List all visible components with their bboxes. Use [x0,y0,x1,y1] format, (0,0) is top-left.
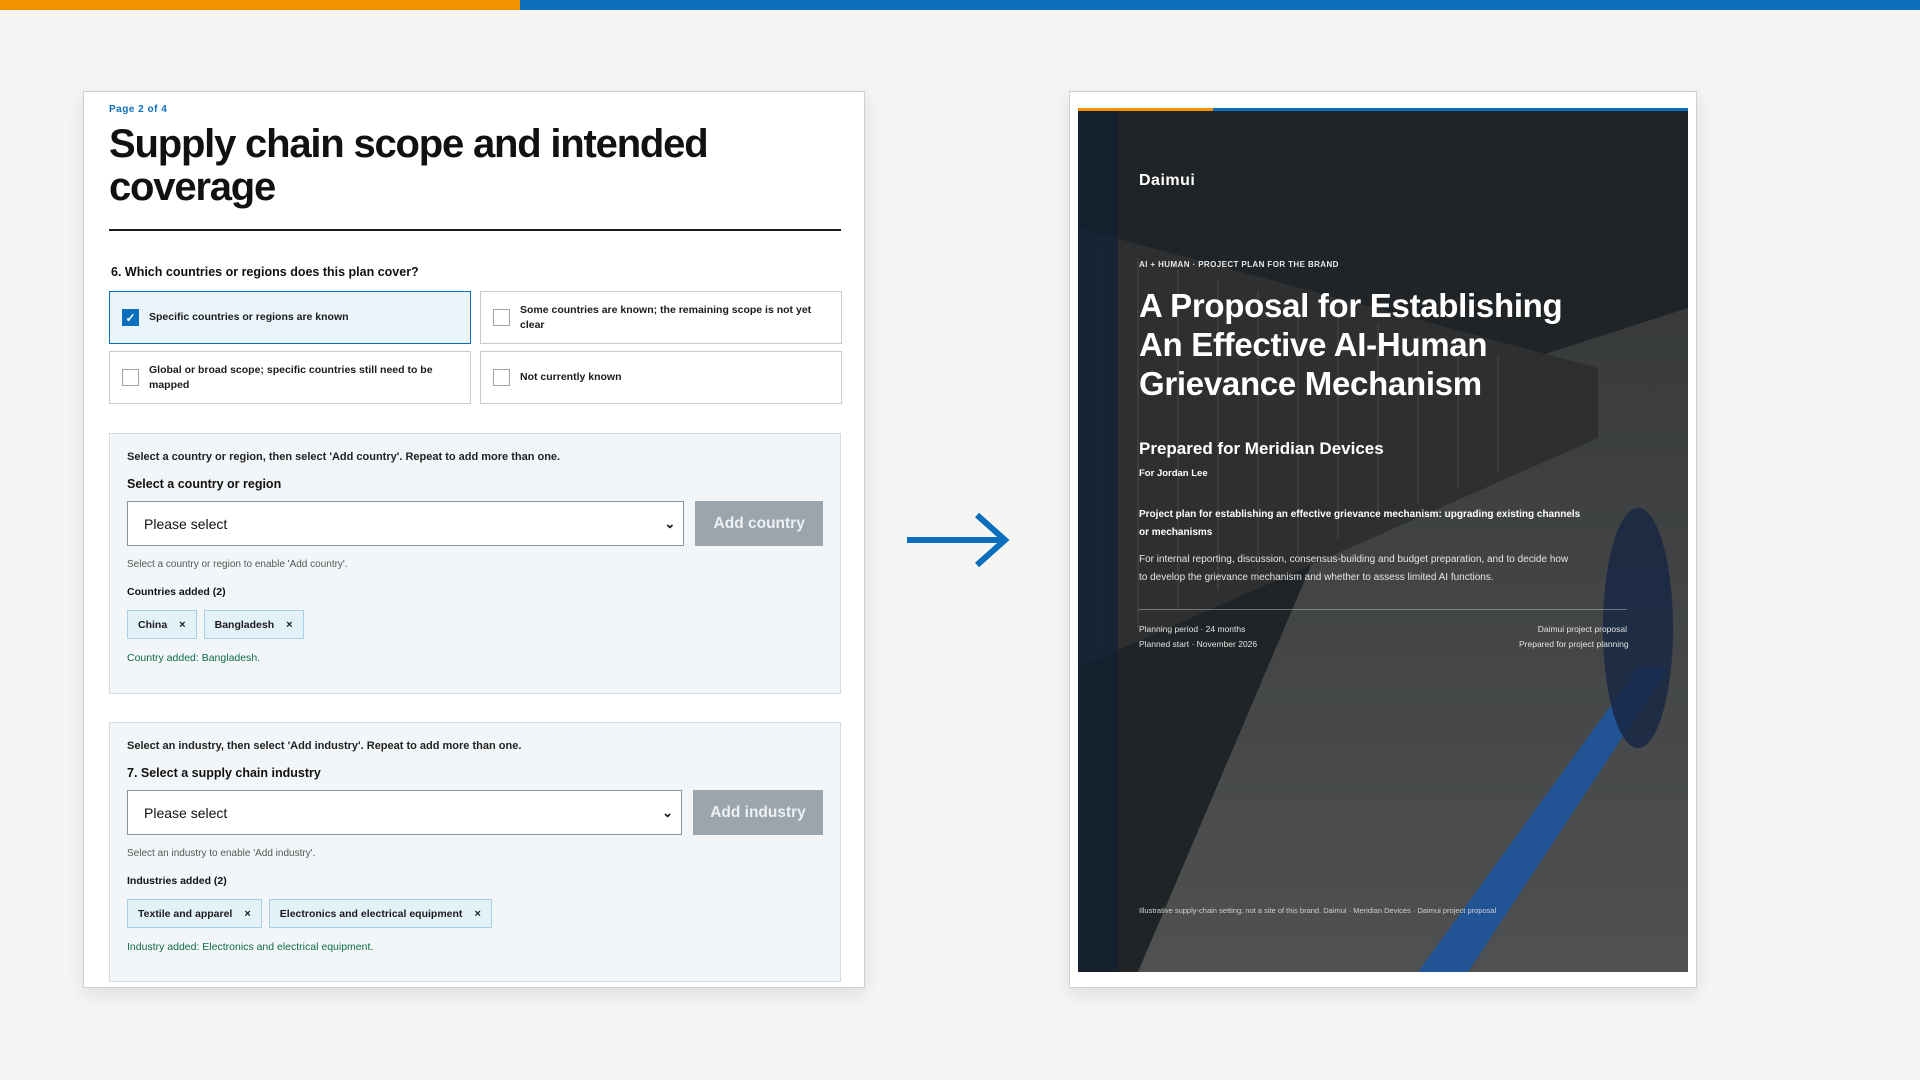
cover-title: A Proposal for Establishing An Effective… [1139,287,1563,402]
form-content: Page 2 of 4 Supply chain scope and inten… [109,104,842,982]
chevron-down-icon: ⌄ [662,804,673,820]
industry-select-row: Please select ⌄ Add industry [127,790,823,835]
scope-option-not-known[interactable]: Not currently known [480,351,842,404]
countries-added-label: Countries added (2) [127,586,226,598]
scope-option-specific-known[interactable]: ✓ Specific countries or regions are know… [109,291,471,344]
planning-period: Planning period · 24 months [1139,624,1246,634]
form-page-card: Page 2 of 4 Supply chain scope and inten… [83,91,865,988]
planned-start: Planned start · November 2026 [1139,639,1258,649]
country-tag-label: China [138,618,168,631]
country-select-label: Select a country or region [127,477,282,491]
country-tag: Bangladesh × [203,610,304,639]
plan-description: Project plan for establishing an effecti… [1139,509,1581,538]
country-panel: Select a country or region, then select … [109,433,841,694]
cover-page-card: Daimui AI + HUMAN · PROJECT PLAN FOR THE… [1069,91,1697,988]
cover-accent-orange [1078,108,1213,111]
scope-option-label: Some countries are known; the remaining … [520,303,812,331]
top-accent-blue [520,0,1920,10]
checkbox-empty-icon[interactable] [493,309,510,326]
for-person: For Jordan Lee [1139,468,1208,479]
scope-option-some-known[interactable]: Some countries are known; the remaining … [480,291,842,344]
remove-tag-icon[interactable]: × [474,908,480,920]
top-accent-orange [0,0,520,10]
add-country-button[interactable]: Add country [695,501,823,546]
industry-instruction: Select an industry, then select 'Add ind… [127,740,522,752]
prepared-for: Prepared for Meridian Devices [1139,439,1384,458]
cover-kicker: AI + HUMAN · PROJECT PLAN FOR THE BRAND [1139,260,1339,269]
industry-tag-list: Textile and apparel × Electronics and el… [127,899,823,928]
industries-added-label: Industries added (2) [127,875,227,887]
top-accent-bar [0,0,1920,10]
industry-select[interactable]: Please select ⌄ [127,790,682,835]
scope-option-label: Global or broad scope; specific countrie… [149,363,433,391]
industry-tag-label: Electronics and electrical equipment [279,907,463,920]
remove-tag-icon[interactable]: × [179,619,185,631]
country-tag-label: Bangladesh [214,618,275,631]
question-6-label: 6. Which countries or regions does this … [111,265,419,279]
remove-tag-icon[interactable]: × [286,619,292,631]
cover-accent-blue [1213,108,1688,111]
industry-panel: Select an industry, then select 'Add ind… [109,722,841,982]
page-title: Supply chain scope and intended coverage [109,122,709,209]
plan-body: For internal reporting, discussion, cons… [1139,554,1569,583]
chevron-down-icon: ⌄ [664,515,676,531]
industry-select-label: 7. Select a supply chain industry [127,766,321,780]
cover-image: Daimui AI + HUMAN · PROJECT PLAN FOR THE… [1078,108,1688,972]
remove-tag-icon[interactable]: × [244,908,250,920]
prepared-purpose: Prepared for project planning [1519,639,1629,649]
add-industry-button[interactable]: Add industry [693,790,823,835]
cover-accent-bar [1078,108,1688,111]
scope-option-label: Not currently known [520,371,622,383]
country-instruction: Select a country or region, then select … [127,451,561,463]
cover-divider [1139,609,1627,610]
country-tag: China × [127,610,197,639]
country-select-row: Please select ⌄ Add country [127,501,823,546]
proposal-label: Daimui project proposal [1537,624,1627,634]
scope-choice-grid: ✓ Specific countries or regions are know… [109,291,842,404]
title-divider [109,229,841,231]
industry-confirmation: Industry added: Electronics and electric… [127,941,374,953]
country-tag-list: China × Bangladesh × [127,610,823,639]
scope-option-global-broad[interactable]: Global or broad scope; specific countrie… [109,351,471,404]
industry-tag: Electronics and electrical equipment × [268,899,492,928]
page-indicator: Page 2 of 4 [109,104,168,115]
checkbox-empty-icon[interactable] [122,369,139,386]
meta-left: Planning period · 24 months Planned star… [1139,622,1257,652]
country-select[interactable]: Please select ⌄ [127,501,685,546]
brand-logo: Daimui [1139,172,1196,189]
country-select-value: Please select [144,515,228,532]
industry-tag: Textile and apparel × [127,899,262,928]
industry-tag-label: Textile and apparel [138,907,233,920]
cover-footnote: Illustrative supply-chain setting; not a… [1139,906,1497,915]
industry-hint: Select an industry to enable 'Add indust… [127,848,316,859]
country-confirmation: Country added: Bangladesh. [127,652,261,664]
meta-right: Daimui project proposal Prepared for pro… [1519,622,1629,652]
industry-select-value: Please select [144,804,228,821]
country-hint: Select a country or region to enable 'Ad… [127,559,348,570]
checkbox-empty-icon[interactable] [493,369,510,386]
checkbox-checked-icon[interactable]: ✓ [122,309,139,326]
scope-option-label: Specific countries or regions are known [149,311,349,323]
arrow-right-icon [907,512,1010,568]
